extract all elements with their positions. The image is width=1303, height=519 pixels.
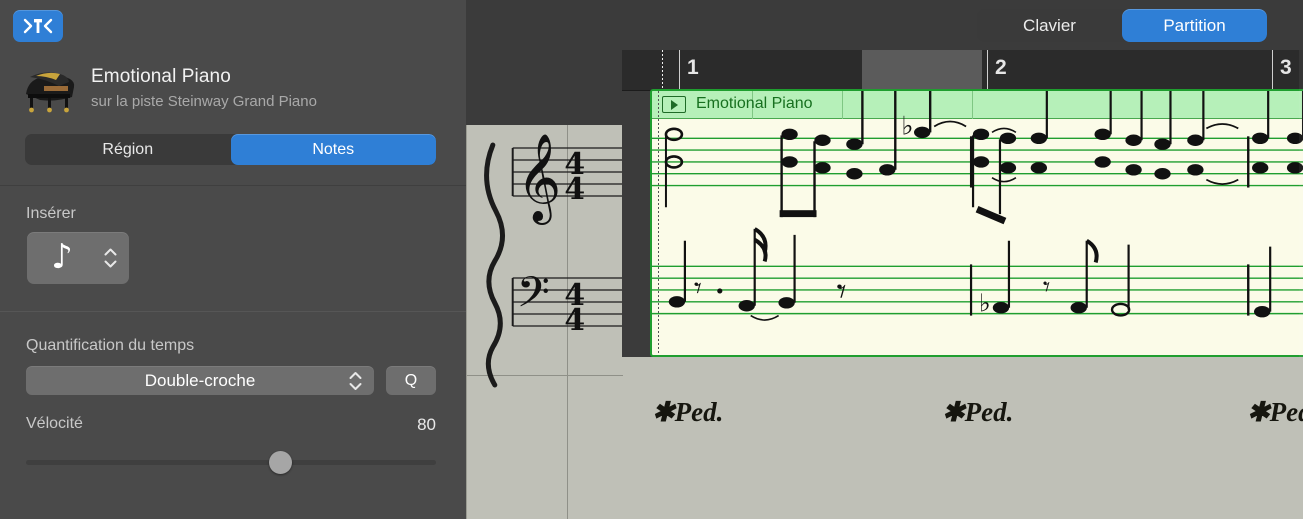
pedal-marking-strip: ✱Ped. ✱Ped. ✱Ped. [622, 357, 1303, 519]
playhead[interactable] [662, 50, 663, 90]
ruler-selection[interactable] [862, 50, 982, 90]
pedal-marking: ✱Ped. [652, 397, 723, 428]
insert-note-value-stepper[interactable]: ♪ [27, 232, 129, 284]
bar-line [679, 50, 680, 90]
note-separation-icon [23, 17, 53, 35]
bar-number: 2 [995, 56, 1007, 80]
stepper-up-down-icon[interactable] [97, 248, 129, 268]
tab-partition[interactable]: Partition [1122, 9, 1267, 42]
track-subtitle: sur la piste Steinway Grand Piano [91, 93, 317, 110]
quantize-value: Double-croche [145, 371, 256, 391]
divider-mid [0, 311, 466, 312]
panel-backdrop [466, 0, 622, 125]
region-header[interactable]: Emotional Piano [652, 91, 1303, 119]
region-title: Emotional Piano [696, 95, 813, 113]
pedal-marking: ✱Ped. [942, 397, 1013, 428]
grand-piano-icon [18, 64, 80, 114]
tab-notes[interactable]: Notes [231, 134, 437, 165]
bar-line [987, 50, 988, 90]
bar-ruler[interactable]: 1 2 3 [622, 50, 1303, 91]
svg-text:𝄾: 𝄾 [694, 271, 702, 306]
midi-region[interactable]: Emotional Piano [650, 89, 1303, 357]
quantize-popup-button[interactable]: Double-croche [26, 366, 374, 395]
score-staff-header-panel: 𝄞 𝄢 4 4 4 4 [466, 125, 622, 519]
tab-region[interactable]: Région [25, 134, 231, 165]
midi-region-play-icon [662, 96, 686, 113]
quantize-apply-button[interactable]: Q [386, 366, 436, 395]
velocity-label: Vélocité [26, 415, 83, 433]
bar-line [1272, 50, 1273, 90]
svg-text:𝄾: 𝄾 [1043, 270, 1050, 303]
eighth-note-icon: ♪ [27, 240, 97, 277]
view-mode-switch[interactable]: Clavier Partition [977, 9, 1267, 42]
inspector-segmented-control[interactable]: Région Notes [25, 134, 436, 165]
svg-text:♭: ♭ [979, 289, 991, 318]
bar-number: 1 [687, 56, 699, 80]
region-playhead [658, 91, 659, 357]
velocity-slider-track [26, 460, 436, 465]
svg-text:𝄾: 𝄾 [836, 269, 846, 313]
region-notation: ♭ [652, 91, 1303, 355]
pedal-marking: ✱Ped. [1247, 397, 1303, 428]
note-separation-icon-button[interactable] [13, 10, 63, 42]
svg-text:𝄞: 𝄞 [517, 133, 562, 225]
velocity-slider-knob[interactable] [269, 451, 292, 474]
chevron-up-down-icon [349, 371, 362, 390]
tab-clavier[interactable]: Clavier [977, 9, 1122, 42]
bar-number: 3 [1280, 56, 1292, 80]
logic-pro-score-editor: 1 2 3 Emotional Piano [0, 0, 1303, 519]
velocity-value: 80 [417, 415, 436, 435]
clef-and-time-signature: 𝄞 𝄢 4 4 4 4 [467, 125, 622, 519]
velocity-slider[interactable] [26, 455, 436, 469]
insert-label: Insérer [26, 205, 76, 223]
divider-top [0, 185, 466, 186]
inspector-panel: Emotional Piano sur la piste Steinway Gr… [0, 0, 466, 519]
track-instrument-name: Emotional Piano [91, 66, 231, 88]
svg-text:𝄢: 𝄢 [517, 268, 550, 328]
quantize-label: Quantification du temps [26, 337, 194, 355]
